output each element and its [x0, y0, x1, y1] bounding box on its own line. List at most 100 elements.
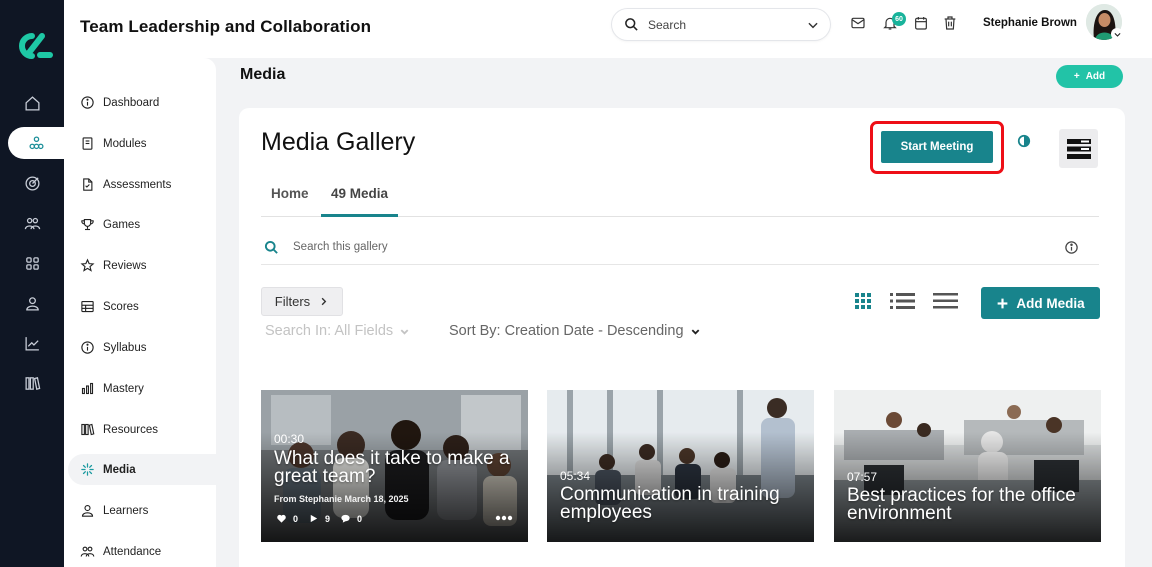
sidebar-item-attendance[interactable]: Attendance: [68, 536, 216, 567]
sidebar-item-reviews[interactable]: Reviews: [68, 250, 216, 281]
sidebar-item-dashboard[interactable]: Dashboard: [68, 87, 216, 118]
sidebar: Dashboard Modules Assessments Games Revi…: [64, 58, 216, 567]
books-icon: [81, 423, 95, 436]
list-view-icon[interactable]: [890, 292, 915, 310]
tab-home[interactable]: Home: [271, 186, 309, 217]
user-icon: [25, 296, 39, 311]
app-logo-icon[interactable]: [10, 28, 54, 64]
add-button[interactable]: + Add: [1056, 65, 1123, 88]
media-title[interactable]: Best practices for the office environmen…: [847, 486, 1097, 523]
gallery-title: Media Gallery: [261, 128, 416, 156]
media-duration: 00:30: [274, 432, 305, 446]
comment-icon[interactable]: [340, 513, 351, 524]
sparkle-icon: [81, 463, 94, 476]
global-search-input[interactable]: [648, 17, 798, 32]
modules-network-icon: [28, 135, 44, 149]
user-menu-chevron[interactable]: [1111, 28, 1123, 40]
trash-icon[interactable]: [942, 15, 958, 31]
info-circle-icon: [81, 341, 94, 354]
mail-icon[interactable]: [850, 15, 866, 31]
sidebar-item-learners[interactable]: Learners: [68, 495, 216, 526]
layout-toggle-button[interactable]: [1059, 129, 1098, 168]
notification-badge: 60: [892, 12, 906, 26]
media-duration: 07:57: [847, 470, 878, 484]
tab-media[interactable]: 49 Media: [321, 186, 399, 217]
home-icon: [24, 95, 40, 111]
media-card[interactable]: 05:34 Communication in training employee…: [547, 390, 814, 542]
sidebar-item-media[interactable]: Media: [68, 454, 216, 485]
rail-user[interactable]: [0, 287, 64, 319]
sidebar-item-mastery[interactable]: Mastery: [68, 373, 216, 404]
topbar: Team Leadership and Collaboration 60 Ste…: [64, 0, 1152, 58]
search-icon: [264, 240, 278, 254]
more-options-icon[interactable]: [495, 514, 513, 522]
plus-icon: +: [1073, 71, 1080, 82]
sidebar-item-games[interactable]: Games: [68, 209, 216, 240]
heart-icon[interactable]: [276, 513, 287, 524]
rail-target[interactable]: [0, 167, 64, 199]
start-meeting-button[interactable]: Start Meeting: [881, 131, 993, 163]
sidebar-item-resources[interactable]: Resources: [68, 414, 216, 445]
chevron-down-icon: [691, 328, 699, 335]
global-search[interactable]: [612, 9, 830, 40]
media-meta: From Stephanie March 18, 2025: [274, 494, 409, 504]
media-title[interactable]: Communication in training employees: [560, 485, 810, 522]
rail-chart[interactable]: [0, 327, 64, 359]
sort-by-label: Sort By: Creation Date - Descending: [449, 323, 684, 339]
target-icon: [24, 175, 40, 191]
media-title[interactable]: What does it take to make a great team?: [274, 449, 524, 486]
sidebar-item-modules[interactable]: Modules: [68, 128, 216, 159]
sidebar-item-label: Dashboard: [103, 96, 160, 109]
chart-line-icon: [24, 336, 39, 351]
contrast-icon[interactable]: [1017, 134, 1031, 148]
user-icon: [81, 504, 94, 517]
calendar-icon[interactable]: [913, 15, 929, 31]
gallery-search-input[interactable]: [293, 241, 893, 253]
sidebar-item-label: Syllabus: [103, 341, 147, 354]
user-name[interactable]: Stephanie Brown: [983, 17, 1077, 29]
rail-people[interactable]: [0, 207, 64, 239]
sidebar-item-label: Assessments: [103, 178, 172, 191]
media-card[interactable]: 07:57 Best practices for the office envi…: [834, 390, 1101, 542]
app-title: Team Leadership and Collaboration: [80, 17, 372, 36]
comments-count: 0: [357, 513, 363, 524]
chevron-down-icon[interactable]: [806, 18, 820, 32]
search-in-label: Search In: All Fields: [265, 323, 394, 339]
sidebar-item-scores[interactable]: Scores: [68, 291, 216, 322]
grid-view-icon[interactable]: [855, 292, 871, 310]
media-card[interactable]: 00:30 What does it take to make a great …: [261, 390, 528, 542]
rail-home[interactable]: [0, 87, 64, 119]
sidebar-item-label: Mastery: [103, 382, 144, 395]
plays-count: 9: [325, 513, 331, 524]
chevron-right-icon: [321, 297, 327, 306]
filters-button[interactable]: Filters: [261, 287, 343, 316]
trophy-icon: [81, 218, 94, 231]
list-layout-icon: [1066, 138, 1091, 159]
rail-modules[interactable]: [8, 127, 64, 159]
table-icon: [81, 300, 94, 313]
info-circle-icon: [81, 96, 94, 109]
chevron-down-icon: [400, 328, 409, 335]
add-media-button[interactable]: Add Media: [981, 287, 1100, 319]
sidebar-item-label: Reviews: [103, 259, 147, 272]
book-icon: [82, 137, 93, 150]
bars-icon: [81, 382, 94, 395]
sidebar-item-assessments[interactable]: Assessments: [68, 169, 216, 200]
search-in-dropdown[interactable]: Search In: All Fields: [265, 323, 410, 339]
sort-by-dropdown[interactable]: Sort By: Creation Date - Descending: [449, 323, 701, 339]
app-rail: [0, 0, 64, 567]
info-icon[interactable]: [1064, 240, 1079, 255]
sidebar-item-syllabus[interactable]: Syllabus: [68, 332, 216, 363]
rail-grid[interactable]: [0, 247, 64, 279]
media-duration: 05:34: [560, 469, 591, 483]
sidebar-item-label: Modules: [103, 137, 147, 150]
likes-count: 0: [293, 513, 299, 524]
gallery-search: [261, 230, 1099, 265]
sidebar-item-label: Games: [103, 218, 141, 231]
rail-library[interactable]: [0, 367, 64, 399]
plus-icon: [997, 298, 1008, 308]
gallery-tabs: Home 49 Media: [261, 182, 1099, 217]
page-title: Media: [240, 66, 286, 83]
compact-view-icon[interactable]: [933, 292, 958, 310]
sidebar-item-label: Resources: [103, 423, 158, 436]
